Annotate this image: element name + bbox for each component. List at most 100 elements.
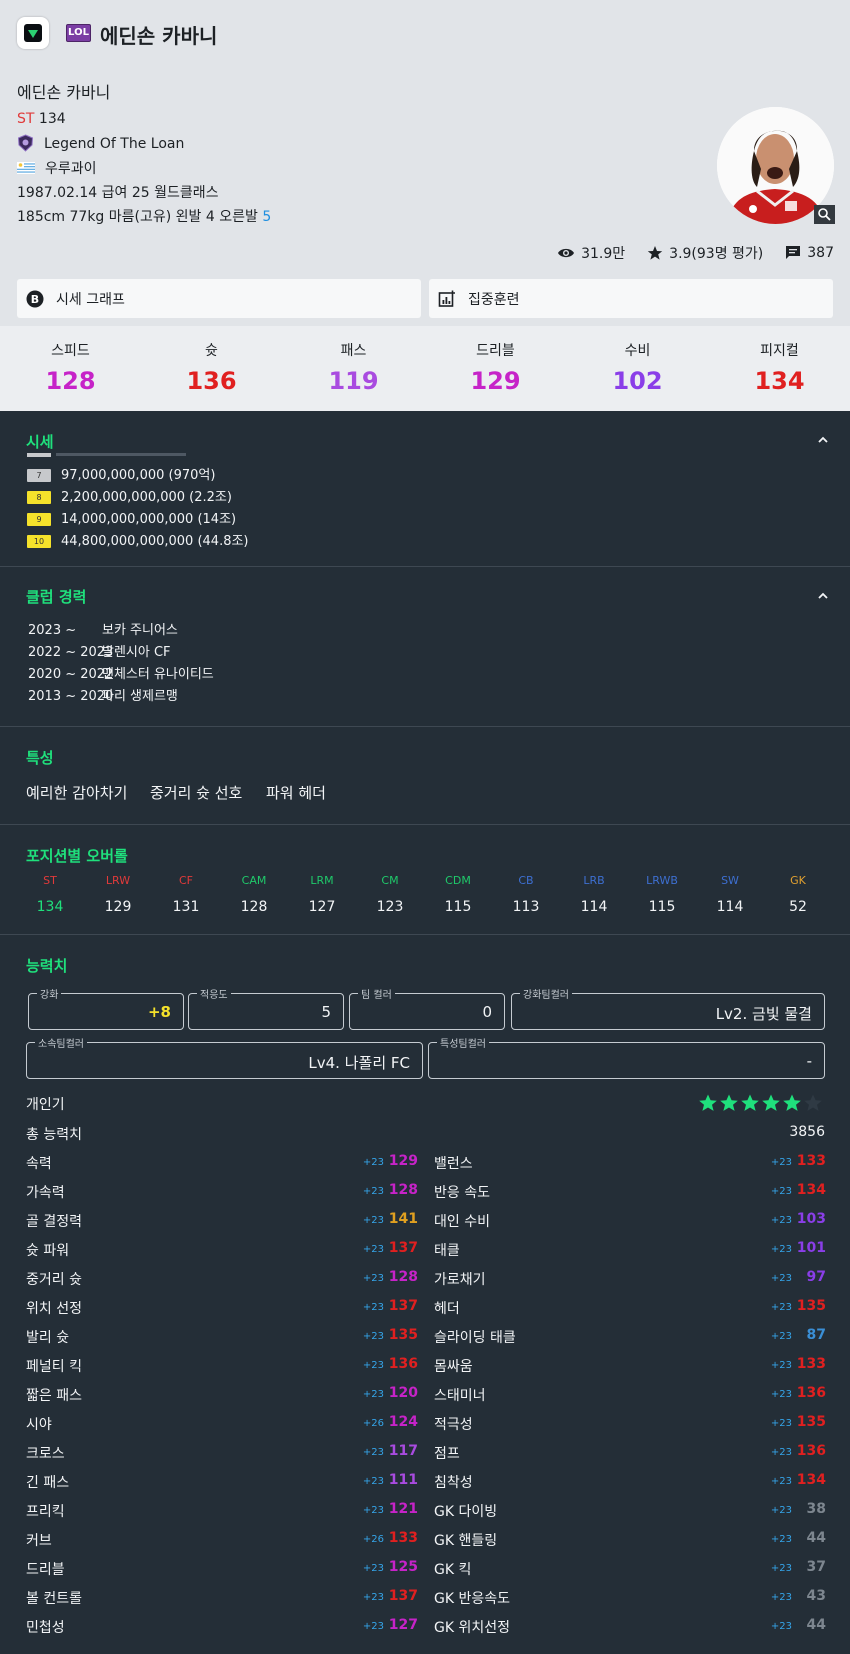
price-graph-button[interactable]: B 시세 그래프	[17, 279, 421, 318]
training-button[interactable]: 집중훈련	[429, 279, 833, 318]
app-logo-icon[interactable]	[17, 17, 49, 49]
price-row: 8 2,200,000,000,000 (2.2조)	[27, 486, 232, 505]
club-team-color-field[interactable]: 소속팀컬러 Lv4. 나폴리 FC	[26, 1035, 423, 1079]
position-value: 127	[308, 899, 336, 915]
star-icon	[741, 1094, 759, 1111]
adaptability-field[interactable]: 적응도 5	[188, 986, 344, 1030]
total-value: 3856	[789, 1124, 825, 1140]
ability-value: 137	[388, 1240, 418, 1256]
position-value: 115	[444, 899, 472, 915]
trait-team-color-field[interactable]: 특성팀컬러 -	[428, 1035, 825, 1079]
nation-line: 우루과이	[17, 158, 97, 178]
position-label: CAM	[241, 874, 267, 887]
ability-name: GK 핸들링	[434, 1533, 498, 1549]
ability-bonus: +23	[770, 1360, 792, 1371]
career-club: 보카 주니어스	[102, 623, 178, 638]
ability-value: 37	[806, 1559, 826, 1575]
star-icon[interactable]	[647, 245, 663, 261]
career-club: 파리 생제르맹	[102, 689, 178, 704]
price-graph-label: 시세 그래프	[56, 291, 125, 308]
ability-value: 87	[806, 1327, 826, 1343]
ability-bonus: +26	[362, 1418, 384, 1429]
stat-label: 스피드	[51, 343, 90, 359]
ability-value: 121	[388, 1501, 418, 1517]
career-years: 2013 ~ 2020	[28, 689, 114, 704]
position-label: LRWB	[646, 874, 678, 887]
position-item: CF 131	[156, 874, 216, 916]
chevron-up-icon[interactable]	[817, 434, 829, 446]
field-label: 강화팀컬러	[520, 986, 572, 1001]
ability-value: 38	[806, 1501, 826, 1517]
ability-value: 134	[796, 1182, 826, 1198]
position-item: LRM 127	[292, 874, 352, 916]
bitcoin-icon: B	[26, 290, 44, 307]
price-section-title: 시세	[26, 433, 54, 451]
ability-name: 민첩성	[26, 1620, 65, 1636]
ability-bonus: +23	[362, 1476, 384, 1487]
ability-value: 125	[388, 1559, 418, 1575]
ability-bonus: +23	[770, 1563, 792, 1574]
ability-bonus: +23	[362, 1621, 384, 1632]
price-row: 7 97,000,000,000 (970억)	[27, 464, 215, 483]
trait-item: 예리한 감아차기	[26, 784, 128, 802]
popularity-label: 개인기	[26, 1097, 65, 1113]
ability-bonus: +23	[770, 1534, 792, 1545]
ability-name: 대인 수비	[434, 1214, 490, 1230]
trait-item: 파워 헤더	[266, 784, 326, 802]
ability-value: 101	[796, 1240, 826, 1256]
position-label: CDM	[445, 874, 471, 887]
ability-value: 120	[388, 1385, 418, 1401]
field-label: 특성팀컬러	[437, 1035, 489, 1050]
info-line-2: 185cm 77kg 마름(고유) 왼발 4 오른발 5	[17, 206, 271, 226]
player-name: 에딘손 카바니	[17, 83, 111, 102]
career-club: 맨체스터 유나이티드	[102, 667, 214, 682]
upgrade-field[interactable]: 강화 +8	[28, 986, 184, 1030]
comment-count[interactable]: 387	[807, 245, 834, 261]
ability-bonus: +23	[362, 1592, 384, 1603]
team-color-field[interactable]: 팀 컬러 0	[349, 986, 505, 1030]
chart-add-icon	[438, 290, 455, 307]
club-line: Legend Of The Loan	[17, 134, 184, 152]
position-value: 129	[104, 899, 132, 915]
main-stats-bar: 스피드 128 슛 136 패스 119 드리블 129 수비 102 피지컬 134	[0, 326, 850, 411]
position-item: LRB 114	[564, 874, 624, 916]
ability-value: 128	[388, 1269, 418, 1285]
position-label: LRB	[583, 874, 605, 887]
career-row: 2013 ~ 2020파리 생제르맹	[28, 685, 178, 704]
position-item: CDM 115	[428, 874, 488, 916]
position-label: CB	[518, 874, 534, 887]
rating-text[interactable]: 3.9(93명 평가)	[669, 243, 763, 263]
ability-value: 117	[388, 1443, 418, 1459]
ability-name: 슛 파워	[26, 1243, 70, 1259]
stat-label: 피지컬	[760, 343, 799, 359]
position-label: CM	[381, 874, 399, 887]
stat-shooting: 슛 136	[141, 326, 282, 411]
ability-value: 127	[388, 1617, 418, 1633]
player-meta: 31.9만 3.9(93명 평가) 387	[557, 243, 834, 263]
ability-bonus: +23	[770, 1505, 792, 1516]
zoom-photo-button[interactable]	[814, 205, 835, 224]
stat-value: 128	[45, 367, 96, 395]
ability-value: 97	[806, 1269, 826, 1285]
ability-value: 129	[388, 1153, 418, 1169]
popularity-stars	[698, 1093, 823, 1113]
ability-bonus: +23	[770, 1302, 792, 1313]
price-value: 44,800,000,000,000 (44.8조)	[61, 534, 249, 549]
position-label: CF	[178, 874, 193, 887]
ability-value: 103	[796, 1211, 826, 1227]
season-badge-icon: LOL	[66, 24, 91, 42]
upgrade-team-color-field[interactable]: 강화팀컬러 Lv2. 금빛 물결	[511, 986, 825, 1030]
ability-bonus: +23	[770, 1592, 792, 1603]
position-value: 115	[648, 899, 676, 915]
field-label: 팀 컬러	[358, 986, 395, 1001]
ability-bonus: +23	[362, 1302, 384, 1313]
ability-name: 점프	[434, 1446, 460, 1462]
chevron-up-icon[interactable]	[817, 590, 829, 602]
ability-name: 슬라이딩 태클	[434, 1330, 516, 1346]
stat-dribbling: 드리블 129	[425, 326, 566, 411]
ability-bonus: +23	[362, 1389, 384, 1400]
comment-icon[interactable]	[785, 245, 801, 261]
star-icon	[699, 1094, 717, 1111]
ability-value: 128	[388, 1182, 418, 1198]
ability-bonus: +23	[770, 1331, 792, 1342]
